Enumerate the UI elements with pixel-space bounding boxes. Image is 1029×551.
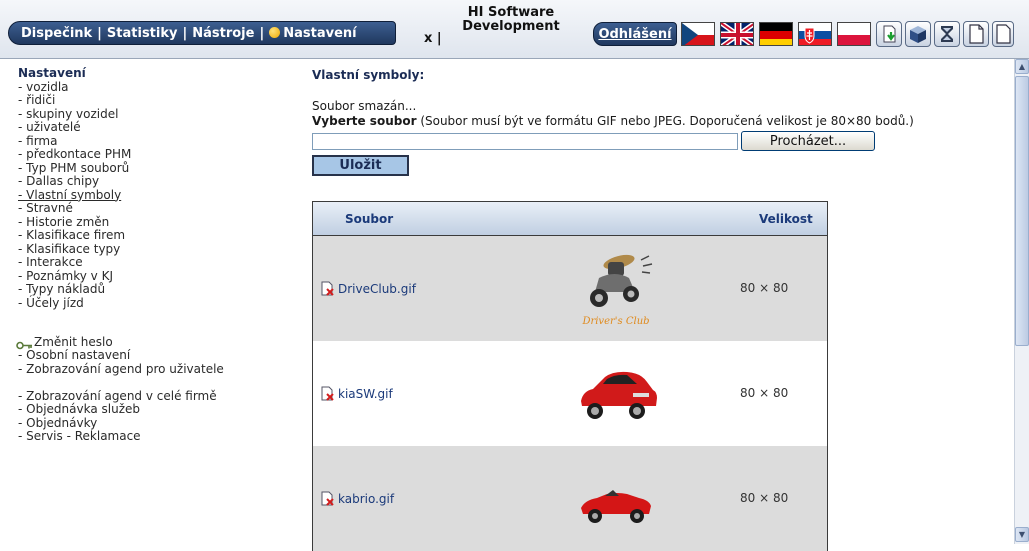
nav-item-agenda-user[interactable]: - Zobrazování agend pro uživatele [18, 362, 288, 377]
nav-item-change-history[interactable]: - Historie změn [18, 215, 288, 230]
nav-item-meal-allowance[interactable]: - Stravné [18, 201, 288, 216]
table-row: DriveClub.gif Driver's Club 80 × 80 [313, 236, 827, 341]
top-bar: Dispečink | Statistiky | Nástroje | Nast… [0, 0, 1029, 59]
symbols-table: Soubor Velikost DriveClub.gif Driver's C… [312, 201, 828, 551]
nav-item-classification-types[interactable]: - Klasifikace typy [18, 242, 288, 257]
nav-item-interactions[interactable]: - Interakce [18, 255, 288, 270]
brand-line-2: Development [462, 19, 560, 34]
main-content: Vlastní symboly: Soubor smazán... Vybert… [312, 68, 1002, 551]
nav-item-company[interactable]: - firma [18, 134, 288, 149]
scroll-thumb[interactable] [1015, 76, 1029, 346]
delete-file-icon[interactable] [320, 281, 335, 296]
nav-item-company-classification[interactable]: - Klasifikace firem [18, 228, 288, 243]
choose-file-note: (Soubor musí být ve formátu GIF nebo JPE… [416, 114, 914, 128]
table-header: Soubor Velikost [313, 202, 827, 236]
czech-flag-icon[interactable] [681, 22, 715, 46]
size-cell: 80 × 80 [740, 281, 789, 295]
browse-button[interactable]: Procházet... [741, 131, 875, 151]
scroll-down-icon[interactable]: ▼ [1015, 527, 1029, 542]
menu-stats[interactable]: Statistiky [107, 26, 178, 41]
vertical-scrollbar[interactable]: ▲ ▼ [1014, 59, 1029, 544]
delete-file-icon[interactable] [320, 491, 335, 506]
convertible-car-thumbnail [581, 490, 651, 523]
nav-item-trip-purposes[interactable]: - Účely jízd [18, 296, 288, 311]
nav-item-dallas-chips[interactable]: - Dallas chipy [18, 174, 288, 189]
save-button[interactable]: Uložit [312, 155, 409, 176]
document-icon[interactable] [963, 21, 989, 47]
nav-item-service-complaints[interactable]: - Servis - Reklamace [18, 429, 288, 444]
size-cell: 80 × 80 [740, 386, 789, 400]
size-cell: 80 × 80 [740, 491, 789, 505]
uk-flag-icon[interactable] [720, 22, 754, 46]
nav-item-cost-types[interactable]: - Typy nákladů [18, 282, 288, 297]
column-header-file[interactable]: Soubor [313, 212, 725, 226]
brand: HI Software Development [456, 6, 566, 34]
page-title: Vlastní symboly: [312, 68, 425, 82]
menu-separator: | [259, 25, 265, 41]
document-icon-2[interactable] [992, 21, 1014, 47]
menu-tools[interactable]: Nástroje [192, 26, 254, 41]
nav-item-fuel-file-type[interactable]: - Typ PHM souborů [18, 161, 288, 176]
choose-file-instructions: Vyberte soubor (Soubor musí být ve formá… [312, 114, 1002, 128]
nav-item-notes[interactable]: - Poznámky v KJ [18, 269, 288, 284]
nav-item-vehicle-groups[interactable]: - skupiny vozidel [18, 107, 288, 122]
nav-item-drivers[interactable]: - řidiči [18, 93, 288, 108]
file-cell: kiaSW.gif [313, 386, 560, 401]
file-cell: kabrio.gif [313, 491, 560, 506]
column-header-size[interactable]: Velikost [725, 212, 827, 226]
menu-separator: | [182, 25, 188, 41]
nav-item-order-services[interactable]: - Objednávka služeb [18, 402, 288, 417]
nav-title: Nastavení [18, 66, 86, 80]
german-flag-icon[interactable] [759, 22, 793, 46]
nav-item-fuel-precontation[interactable]: - předkontace PHM [18, 147, 288, 162]
nav-item-users[interactable]: - uživatelé [18, 120, 288, 135]
cube-icon[interactable] [905, 21, 931, 47]
file-name-link[interactable]: DriveClub.gif [338, 282, 416, 296]
settings-nav: Nastavení - vozidla - řidiči - skupiny v… [16, 66, 288, 444]
delete-file-icon[interactable] [320, 386, 335, 401]
driveclub-caption: Driver's Club [581, 316, 649, 327]
kia-car-thumbnail [581, 371, 657, 419]
nav-item-orders[interactable]: - Objednávky [18, 416, 288, 431]
file-picker: Procházet... [312, 131, 1002, 151]
scroll-up-icon[interactable]: ▲ [1015, 59, 1029, 74]
nav-item-vehicles[interactable]: - vozidla [18, 80, 288, 95]
table-row: kabrio.gif 80 × 80 [313, 446, 827, 551]
menu-settings-label: Nastavení [283, 25, 357, 41]
polish-flag-icon[interactable] [837, 22, 871, 46]
nav-item-change-password[interactable]: Změnit heslo [16, 334, 288, 350]
table-row: kiaSW.gif 80 × 80 [313, 341, 827, 446]
choose-file-label: Vyberte soubor [312, 114, 417, 128]
nav-item-agenda-company[interactable]: - Zobrazování agend v celé firmě [18, 389, 288, 404]
slovak-flag-icon[interactable] [798, 22, 832, 46]
file-name-link[interactable]: kabrio.gif [338, 492, 394, 506]
file-name-link[interactable]: kiaSW.gif [338, 387, 393, 401]
main-menu: Dispečink | Statistiky | Nástroje | Nast… [8, 21, 396, 45]
status-message: Soubor smazán... [312, 99, 417, 113]
menu-dispatch[interactable]: Dispečink [21, 26, 92, 41]
nav-item-personal-settings[interactable]: - Osobní nastavení [18, 348, 288, 363]
close-button[interactable]: x | [424, 31, 442, 46]
file-path-input[interactable] [312, 132, 738, 150]
menu-separator: | [97, 25, 102, 41]
driveclub-thumbnail: Driver's Club [581, 254, 653, 327]
hourglass-icon[interactable] [934, 21, 960, 47]
logout-button[interactable]: Odhlášení [593, 22, 677, 46]
menu-settings[interactable]: Nastavení [269, 25, 357, 41]
active-dot-icon [269, 26, 281, 38]
file-cell: DriveClub.gif [313, 281, 560, 296]
brand-line-1: HI Software [467, 5, 555, 20]
nav-item-custom-symbols[interactable]: - Vlastní symboly [18, 188, 288, 203]
change-password-label: Změnit heslo [34, 334, 113, 349]
export-icon[interactable] [876, 21, 902, 47]
